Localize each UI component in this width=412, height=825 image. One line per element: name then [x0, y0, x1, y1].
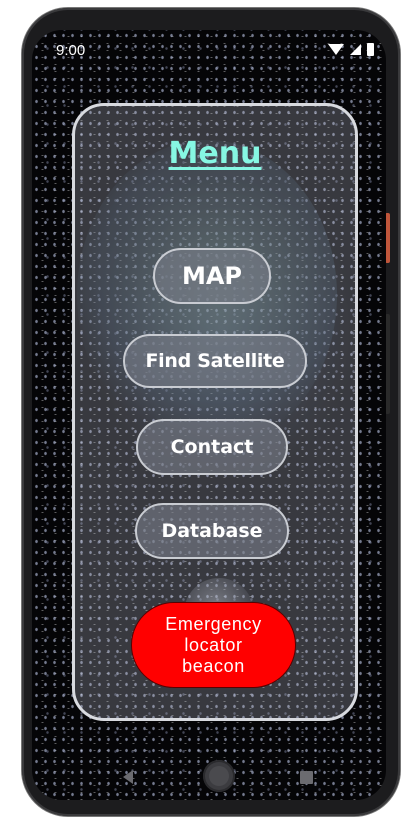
map-button[interactable]: MAP [153, 248, 271, 304]
wifi-icon [328, 44, 344, 55]
signal-icon [350, 44, 361, 55]
recents-icon[interactable] [300, 771, 313, 784]
navigation-bar [32, 760, 386, 800]
status-time: 9:00 [56, 42, 86, 59]
find-satellite-button[interactable]: Find Satellite [123, 334, 307, 388]
menu-panel: Menu MAP Find Satellite Contact Database… [72, 103, 358, 721]
database-button[interactable]: Database [135, 503, 289, 559]
back-icon[interactable] [123, 770, 133, 784]
contact-button[interactable]: Contact [136, 419, 288, 475]
status-bar: 9:00 [32, 30, 386, 72]
menu-title: Menu [168, 136, 262, 171]
home-icon[interactable] [203, 760, 235, 792]
status-icons [328, 43, 374, 56]
emergency-locator-beacon-button[interactable]: Emergency locator beacon [131, 602, 296, 688]
screen: 9:00 Menu MAP Find Satellite Contact Dat… [32, 30, 386, 800]
battery-icon [367, 43, 374, 56]
